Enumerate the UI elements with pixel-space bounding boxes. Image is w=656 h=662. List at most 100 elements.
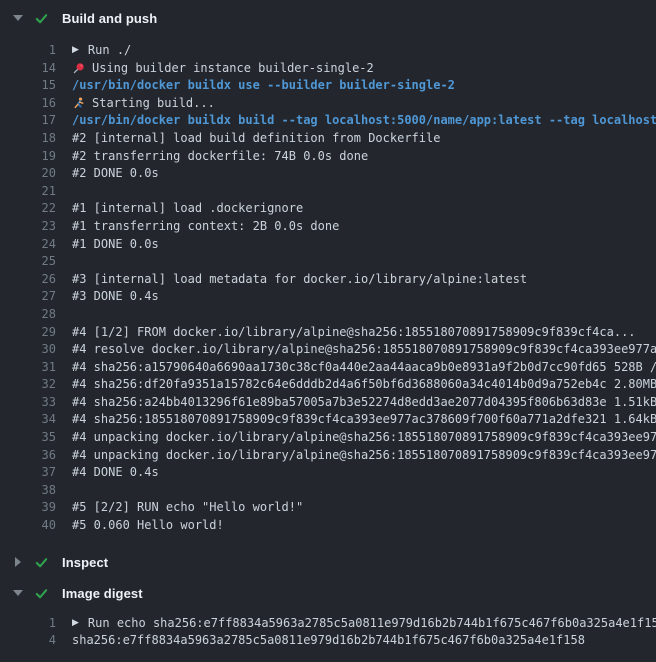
line-number[interactable]: 14 [0, 60, 56, 78]
line-number[interactable]: 24 [0, 236, 56, 254]
log-text-content: #4 sha256:a15790640a6690aa1730c38cf0a440… [72, 359, 656, 377]
line-number[interactable]: 18 [0, 130, 56, 148]
line-number[interactable]: 15 [0, 77, 56, 95]
step-header-image-digest[interactable]: Image digest [0, 578, 656, 609]
log-text-content: #4 sha256:185518070891758909c9f839cf4ca3… [72, 411, 656, 429]
line-number[interactable]: 19 [0, 148, 56, 166]
log-line: 32 #4 sha256:df20fa9351a15782c64e6dddb2d4… [0, 376, 656, 394]
step-title: Inspect [62, 555, 108, 570]
log-lines-image-digest: 1 ▶ Run echo sha256:e7ff8834a5963a2785c5a0… [0, 609, 656, 662]
log-line: 37 #4 DONE 0.4s [0, 464, 656, 482]
line-number[interactable]: 27 [0, 288, 56, 306]
log-text-content: #1 transferring context: 2B 0.0s done [72, 218, 339, 236]
log-text-content: #5 [2/2] RUN echo "Hello world!" [72, 499, 303, 517]
log-text: #2 [internal] load build definition from… [72, 130, 440, 148]
log-line: 40 #5 0.060 Hello world! [0, 517, 656, 535]
log-text-content: #4 unpacking docker.io/library/alpine@sh… [72, 447, 656, 465]
line-number[interactable]: 32 [0, 376, 56, 394]
line-number[interactable]: 1 [0, 615, 56, 633]
log-line: 14 Using builder instance builder-single-… [0, 60, 656, 78]
log-line: 39 #5 [2/2] RUN echo "Hello world!" [0, 499, 656, 517]
log-text: Using builder instance builder-single-2 [72, 60, 374, 78]
log-line: 27 #3 DONE 0.4s [0, 288, 656, 306]
log-line: 29 #4 [1/2] FROM docker.io/library/alpine… [0, 324, 656, 342]
line-number[interactable]: 30 [0, 341, 56, 359]
line-number[interactable]: 36 [0, 447, 56, 465]
log-text: #2 transferring dockerfile: 74B 0.0s don… [72, 148, 368, 166]
step-header-build-and-push[interactable]: Build and push [0, 0, 656, 36]
log-text-content: Run echo sha256:e7ff8834a5963a2785c5a081… [88, 615, 656, 633]
log-line: 34 #4 sha256:185518070891758909c9f839cf4c… [0, 411, 656, 429]
step-group-inspect: Inspect [0, 547, 656, 578]
log-text-content: #3 [internal] load metadata for docker.i… [72, 271, 527, 289]
chevron-right-icon [12, 557, 24, 567]
line-number[interactable]: 34 [0, 411, 56, 429]
line-number[interactable]: 29 [0, 324, 56, 342]
log-text: #1 DONE 0.0s [72, 236, 159, 254]
line-number[interactable]: 4 [0, 632, 56, 650]
log-text-content: Starting build... [92, 95, 215, 113]
log-line: 36 #4 unpacking docker.io/library/alpine@… [0, 447, 656, 465]
log-text-content: #5 0.060 Hello world! [72, 517, 224, 535]
log-text: /usr/bin/docker buildx use --builder bui… [72, 77, 455, 95]
line-number[interactable]: 25 [0, 253, 56, 271]
log-text-content: #4 sha256:a24bb4013296f61e89ba57005a7b3e… [72, 394, 656, 412]
log-text: #2 DONE 0.0s [72, 165, 159, 183]
step-title: Build and push [62, 11, 157, 26]
log-text: #3 [internal] load metadata for docker.i… [72, 271, 527, 289]
line-number[interactable]: 23 [0, 218, 56, 236]
success-check-icon [34, 11, 49, 26]
log-text-content: #2 transferring dockerfile: 74B 0.0s don… [72, 148, 368, 166]
log-text-content: #4 sha256:df20fa9351a15782c64e6dddb2d4a6… [72, 376, 656, 394]
success-check-icon [34, 586, 49, 601]
line-number[interactable]: 20 [0, 165, 56, 183]
log-text: ▶ Run ./ [72, 42, 131, 60]
log-text: #4 DONE 0.4s [72, 464, 159, 482]
line-number[interactable]: 33 [0, 394, 56, 412]
line-number[interactable]: 17 [0, 112, 56, 130]
log-text-content: Run ./ [88, 42, 131, 60]
log-text-content: #2 DONE 0.0s [72, 165, 159, 183]
line-number[interactable]: 1 [0, 42, 56, 60]
log-text-content: sha256:e7ff8834a5963a2785c5a0811e979d16b… [72, 632, 585, 650]
line-number[interactable]: 40 [0, 517, 56, 535]
log-line: 25 [0, 253, 656, 271]
expand-log-icon[interactable]: ▶ [72, 42, 79, 60]
log-line: 22 #1 [internal] load .dockerignore [0, 200, 656, 218]
expand-log-icon[interactable]: ▶ [72, 615, 79, 633]
log-text-content: #1 [internal] load .dockerignore [72, 200, 303, 218]
log-text: #4 sha256:a24bb4013296f61e89ba57005a7b3e… [72, 394, 656, 412]
log-text: sha256:e7ff8834a5963a2785c5a0811e979d16b… [72, 632, 585, 650]
log-line: 17/usr/bin/docker buildx build --tag loc… [0, 112, 656, 130]
line-number[interactable]: 16 [0, 95, 56, 113]
success-check-icon [34, 555, 49, 570]
log-text-content: #3 DONE 0.4s [72, 288, 159, 306]
line-number[interactable]: 26 [0, 271, 56, 289]
log-line: 26 #3 [internal] load metadata for docker… [0, 271, 656, 289]
log-line: 38 [0, 482, 656, 500]
step-header-inspect[interactable]: Inspect [0, 547, 656, 578]
log-text: #4 sha256:185518070891758909c9f839cf4ca3… [72, 411, 656, 429]
line-number[interactable]: 37 [0, 464, 56, 482]
log-line: 15/usr/bin/docker buildx use --builder b… [0, 77, 656, 95]
log-line: 1 ▶ Run ./ [0, 42, 656, 60]
line-number[interactable]: 39 [0, 499, 56, 517]
line-number[interactable]: 38 [0, 482, 56, 500]
log-text-content: #4 unpacking docker.io/library/alpine@sh… [72, 429, 656, 447]
log-line: 35 #4 unpacking docker.io/library/alpine@… [0, 429, 656, 447]
log-text: #5 0.060 Hello world! [72, 517, 224, 535]
log-text-content: #4 DONE 0.4s [72, 464, 159, 482]
line-number[interactable]: 35 [0, 429, 56, 447]
line-number[interactable]: 31 [0, 359, 56, 377]
log-lines-build-and-push: 1 ▶ Run ./ 14 Using builder instance builder… [0, 36, 656, 547]
line-number[interactable]: 21 [0, 183, 56, 201]
line-number[interactable]: 28 [0, 306, 56, 324]
log-text: #4 unpacking docker.io/library/alpine@sh… [72, 447, 656, 465]
log-text-content: #4 [1/2] FROM docker.io/library/alpine@s… [72, 324, 636, 342]
log-text-content: /usr/bin/docker buildx use --builder bui… [72, 77, 455, 95]
line-number[interactable]: 22 [0, 200, 56, 218]
step-group-image-digest: Image digest 1 ▶ Run echo sha256:e7ff8834a… [0, 578, 656, 662]
runner-icon [72, 97, 85, 110]
pushpin-icon [72, 62, 85, 75]
log-text: /usr/bin/docker buildx build --tag local… [72, 112, 656, 130]
